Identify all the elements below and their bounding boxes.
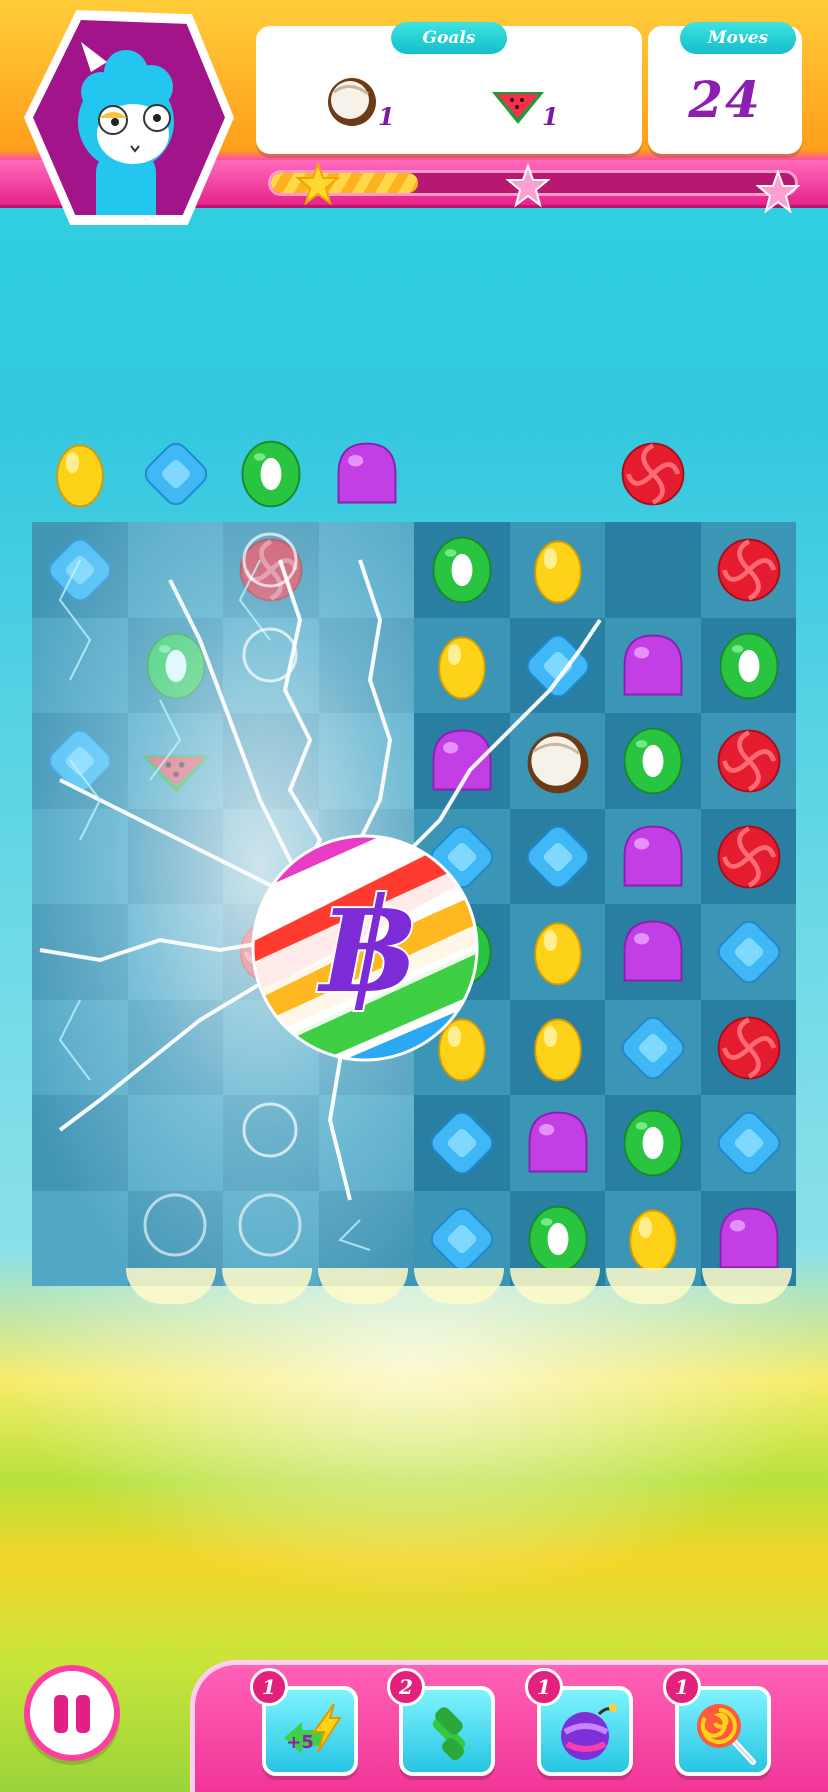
coconut-icon	[328, 78, 376, 126]
booster-bomb-button[interactable]: 1	[525, 1668, 633, 1776]
watermelon-icon	[492, 92, 544, 124]
goal-count: 1	[542, 102, 559, 131]
purple-candy-icon	[432, 729, 492, 791]
board-cell[interactable]	[700, 808, 796, 904]
yellow-candy-icon	[533, 922, 582, 986]
moves-counter: 24	[688, 70, 762, 129]
board-cell[interactable]	[509, 713, 605, 809]
goal-count: 1	[378, 102, 395, 131]
blue-candy-icon	[717, 920, 780, 984]
green-candy-icon	[719, 632, 778, 699]
incoming-candy	[329, 436, 405, 516]
red-candy-icon	[717, 1016, 780, 1079]
red-candy-icon	[717, 538, 780, 602]
goals-label: Goals	[391, 22, 507, 54]
star-icon	[756, 170, 800, 214]
blue-candy-icon	[144, 442, 207, 506]
hammer-icon	[432, 1707, 466, 1760]
board-cell[interactable]	[700, 1095, 796, 1191]
yellow-candy-icon	[533, 1018, 582, 1081]
purple-candy-icon	[337, 442, 396, 504]
moves-panel: Moves 24	[648, 22, 802, 154]
board-cell[interactable]	[509, 904, 605, 1000]
star-icon	[506, 164, 550, 208]
incoming-candy	[138, 436, 214, 516]
purple-candy-icon	[528, 1111, 587, 1173]
lollipop-icon	[697, 1704, 756, 1765]
red-candy-icon	[717, 825, 780, 888]
booster-extra-moves-button[interactable]: 1 +5	[250, 1668, 358, 1776]
yellow-candy-icon	[533, 540, 582, 604]
board-cell[interactable]	[605, 904, 701, 1000]
goal-watermelon: 1	[488, 72, 588, 152]
board-cell[interactable]	[414, 522, 510, 618]
yellow-candy-icon	[56, 444, 104, 508]
goal-coconut: 1	[324, 72, 424, 152]
purple-candy-icon	[719, 1207, 778, 1268]
purple-candy-icon	[623, 825, 683, 886]
booster-lollipop-button[interactable]: 1	[663, 1668, 771, 1776]
board-cell[interactable]	[700, 617, 796, 713]
board-cell[interactable]	[414, 1095, 510, 1191]
board-cell[interactable]	[605, 808, 701, 904]
board-cell[interactable]	[605, 522, 701, 618]
board-cell[interactable]	[509, 617, 605, 713]
yellow-candy-icon	[438, 636, 486, 699]
purple-candy-icon	[623, 634, 683, 695]
blue-candy-icon	[430, 1111, 494, 1175]
board-cell[interactable]	[414, 713, 510, 809]
score-progress-fill	[271, 173, 418, 193]
pause-button[interactable]	[24, 1665, 120, 1761]
blue-candy-icon	[621, 1016, 685, 1079]
board-cell[interactable]	[509, 1095, 605, 1191]
incoming-candy	[42, 436, 118, 516]
red-candy-icon	[717, 729, 780, 793]
green-candy-icon	[623, 1109, 683, 1177]
alpaca-icon	[78, 42, 174, 215]
booster-hammer-button[interactable]: 2	[387, 1668, 495, 1776]
incoming-candy	[233, 436, 309, 516]
color-bomb-candy[interactable]: ฿	[250, 833, 480, 1063]
board-cell[interactable]	[509, 808, 605, 904]
extra-moves-icon: +5	[284, 1703, 342, 1754]
coconut-candy-icon	[527, 732, 588, 794]
star-icon-earned	[296, 162, 340, 206]
red-candy-icon	[621, 442, 685, 506]
board-cell[interactable]	[605, 713, 701, 809]
incoming-candy	[615, 436, 691, 516]
blue-candy-icon	[526, 825, 589, 888]
blue-candy-icon	[717, 1111, 780, 1175]
board-cell[interactable]	[700, 999, 796, 1095]
board-cell[interactable]	[700, 713, 796, 809]
board-cell[interactable]	[605, 999, 701, 1095]
purple-candy-icon	[623, 920, 683, 982]
goals-panel: Goals 1 1	[256, 22, 642, 154]
extra-moves-label: +5	[286, 1732, 314, 1753]
board-cell[interactable]	[605, 1095, 701, 1191]
board-cell[interactable]	[605, 617, 701, 713]
board-cell[interactable]	[700, 904, 796, 1000]
color-bomb-icon: ฿	[251, 834, 479, 1062]
green-candy-icon	[241, 440, 301, 508]
green-candy-icon	[432, 536, 492, 604]
yellow-candy-icon	[629, 1209, 677, 1272]
moves-label: Moves	[680, 22, 796, 54]
green-candy-icon	[623, 727, 683, 795]
board-cell[interactable]	[509, 522, 605, 618]
board-cell[interactable]	[509, 999, 605, 1095]
blue-candy-icon	[526, 634, 589, 697]
board-cell[interactable]	[414, 617, 510, 713]
color-bomb-glyph: ฿	[317, 869, 413, 1022]
pause-icon	[76, 1695, 90, 1733]
bomb-icon	[561, 1704, 617, 1760]
pause-icon	[54, 1695, 68, 1733]
green-candy-icon	[528, 1205, 587, 1272]
board-cell[interactable]	[700, 522, 796, 618]
blue-candy-icon	[430, 1207, 494, 1270]
